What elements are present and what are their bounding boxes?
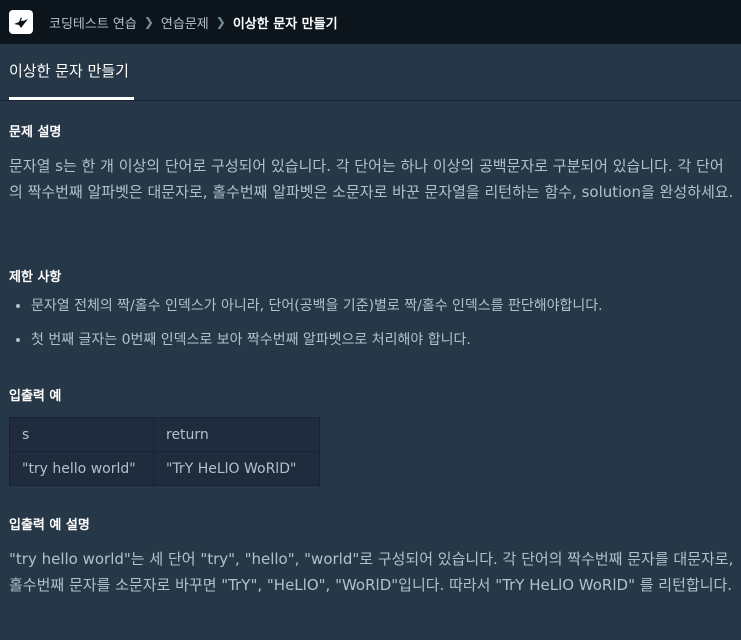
io-table: s return "try hello world" "TrY HeLlO Wo…: [9, 417, 320, 486]
breadcrumb: 코딩테스트 연습 ❯ 연습문제 ❯ 이상한 문자 만들기: [49, 0, 338, 44]
bird-logo-icon: [14, 17, 28, 28]
table-header-cell: s: [9, 417, 154, 452]
table-header-cell: return: [153, 417, 320, 452]
tab-active-indicator: [9, 97, 134, 100]
breadcrumb-item-practice[interactable]: 연습문제: [161, 13, 209, 32]
constraints-list: 문자열 전체의 짝/홀수 인덱스가 아니라, 단어(공백을 기준)별로 짝/홀수…: [9, 296, 603, 364]
table-row: "try hello world" "TrY HeLlO WoRlD": [9, 451, 320, 486]
breadcrumb-item-current: 이상한 문자 만들기: [232, 16, 338, 32]
table-header-row: s return: [9, 417, 320, 452]
io-explain-text: "try hello world"는 세 단어 "try", "hello", …: [9, 550, 734, 594]
chevron-right-icon: ❯: [215, 15, 226, 29]
constraints-title: 제한 사항: [9, 270, 62, 285]
list-item: 문자열 전체의 짝/홀수 인덱스가 아니라, 단어(공백을 기준)별로 짝/홀수…: [31, 296, 603, 316]
table-cell: "TrY HeLlO WoRlD": [153, 451, 320, 486]
logo-icon[interactable]: [9, 10, 33, 34]
top-bar: 코딩테스트 연습 ❯ 연습문제 ❯ 이상한 문자 만들기: [0, 0, 741, 44]
chevron-right-icon: ❯: [143, 15, 154, 29]
io-title: 입출력 예: [9, 389, 62, 404]
list-item: 첫 번째 글자는 0번째 인덱스로 보아 짝수번째 알파벳으로 처리해야 합니다…: [31, 330, 603, 350]
description-text: 문자열 s는 한 개 이상의 단어로 구성되어 있습니다. 각 단어는 하나 이…: [9, 157, 734, 201]
breadcrumb-item-coding-test[interactable]: 코딩테스트 연습: [49, 13, 137, 32]
description-title: 문제 설명: [9, 125, 62, 140]
table-cell: "try hello world": [9, 451, 154, 486]
io-explain-title: 입출력 예 설명: [9, 518, 90, 533]
tab-problem[interactable]: 이상한 문자 만들기: [9, 60, 129, 81]
tab-bar: 이상한 문자 만들기: [0, 44, 741, 101]
